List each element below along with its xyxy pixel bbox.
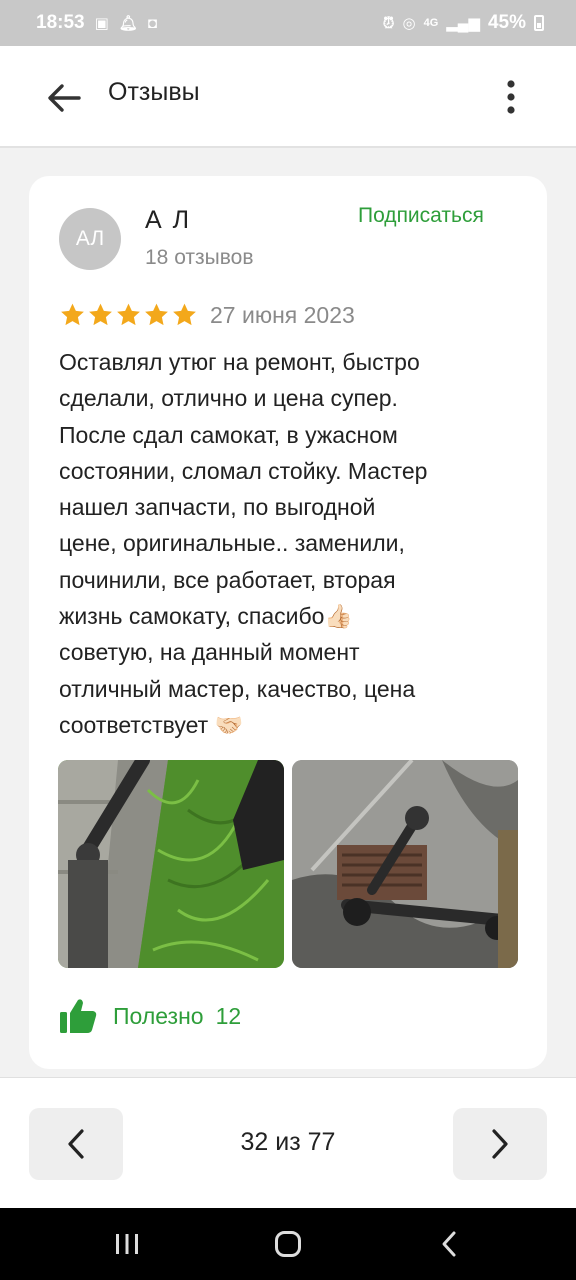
signal-icon: ▂▄▆ bbox=[446, 14, 480, 32]
system-nav-bar bbox=[0, 1208, 576, 1280]
helpful-count: 12 bbox=[215, 1002, 242, 1029]
battery-percent: 45% bbox=[487, 12, 526, 33]
subscribe-button[interactable]: Подписаться bbox=[358, 204, 484, 228]
review-date: 27 июня 2023 bbox=[210, 302, 355, 328]
star-icon bbox=[145, 303, 168, 326]
bell-notification-icon: 🔔︎ bbox=[118, 14, 138, 32]
back-button[interactable] bbox=[42, 76, 86, 120]
recent-apps-icon bbox=[116, 1234, 138, 1254]
helpful-button[interactable]: Полезно 12 bbox=[59, 998, 241, 1034]
alarm-icon: ⏰︎ bbox=[382, 14, 395, 32]
page-title: Отзывы bbox=[108, 78, 200, 106]
review-text: Оставлял утюг на ремонт, быстро сделали,… bbox=[59, 349, 428, 738]
hotspot-icon: ◎ bbox=[402, 14, 416, 32]
review-photo-2[interactable] bbox=[292, 760, 518, 968]
next-review-button[interactable] bbox=[453, 1108, 547, 1180]
chevron-right-icon bbox=[492, 1129, 508, 1159]
pager-bar: 32 из 77 bbox=[0, 1077, 576, 1208]
star-icon bbox=[173, 303, 196, 326]
recent-apps-button[interactable] bbox=[107, 1226, 147, 1262]
status-bar: 18:53 ▣ 🔔︎ ◘ ⏰︎ ◎ 4G ▂▄▆ 45% bbox=[0, 0, 576, 46]
status-time: 18:53 bbox=[36, 12, 85, 33]
system-back-button[interactable] bbox=[429, 1226, 469, 1262]
review-photo-1[interactable] bbox=[58, 760, 284, 968]
helpful-label: Полезно bbox=[113, 1002, 204, 1029]
app-notification-icon: ◘ bbox=[147, 14, 157, 32]
photo-scooter-asphalt bbox=[292, 760, 518, 968]
home-button[interactable] bbox=[268, 1226, 308, 1262]
rating-stars bbox=[59, 302, 199, 328]
home-icon bbox=[275, 1231, 301, 1257]
author-name[interactable]: А Л bbox=[145, 206, 191, 235]
more-options-button[interactable] bbox=[492, 74, 530, 120]
battery-icon bbox=[534, 15, 544, 31]
avatar[interactable]: АЛ bbox=[59, 208, 121, 270]
network-type: 4G bbox=[423, 16, 439, 29]
more-vertical-icon bbox=[507, 80, 515, 114]
star-icon bbox=[117, 303, 140, 326]
star-icon bbox=[61, 303, 84, 326]
review-card: АЛ А Л 18 отзывов Подписаться 27 июня 20… bbox=[29, 176, 547, 1069]
thumbs-up-icon bbox=[60, 999, 97, 1033]
status-right: ⏰︎ ◎ 4G ▂▄▆ 45% bbox=[383, 12, 544, 34]
arrow-left-icon bbox=[48, 84, 81, 112]
author-review-count: 18 отзывов bbox=[145, 246, 254, 269]
gallery-notification-icon: ▣ bbox=[94, 14, 109, 32]
photo-grass-scooter bbox=[58, 760, 284, 968]
star-icon bbox=[89, 303, 112, 326]
app-bar: Отзывы bbox=[0, 46, 576, 148]
status-left: 18:53 ▣ 🔔︎ ◘ bbox=[36, 12, 157, 34]
system-back-icon bbox=[442, 1231, 456, 1257]
